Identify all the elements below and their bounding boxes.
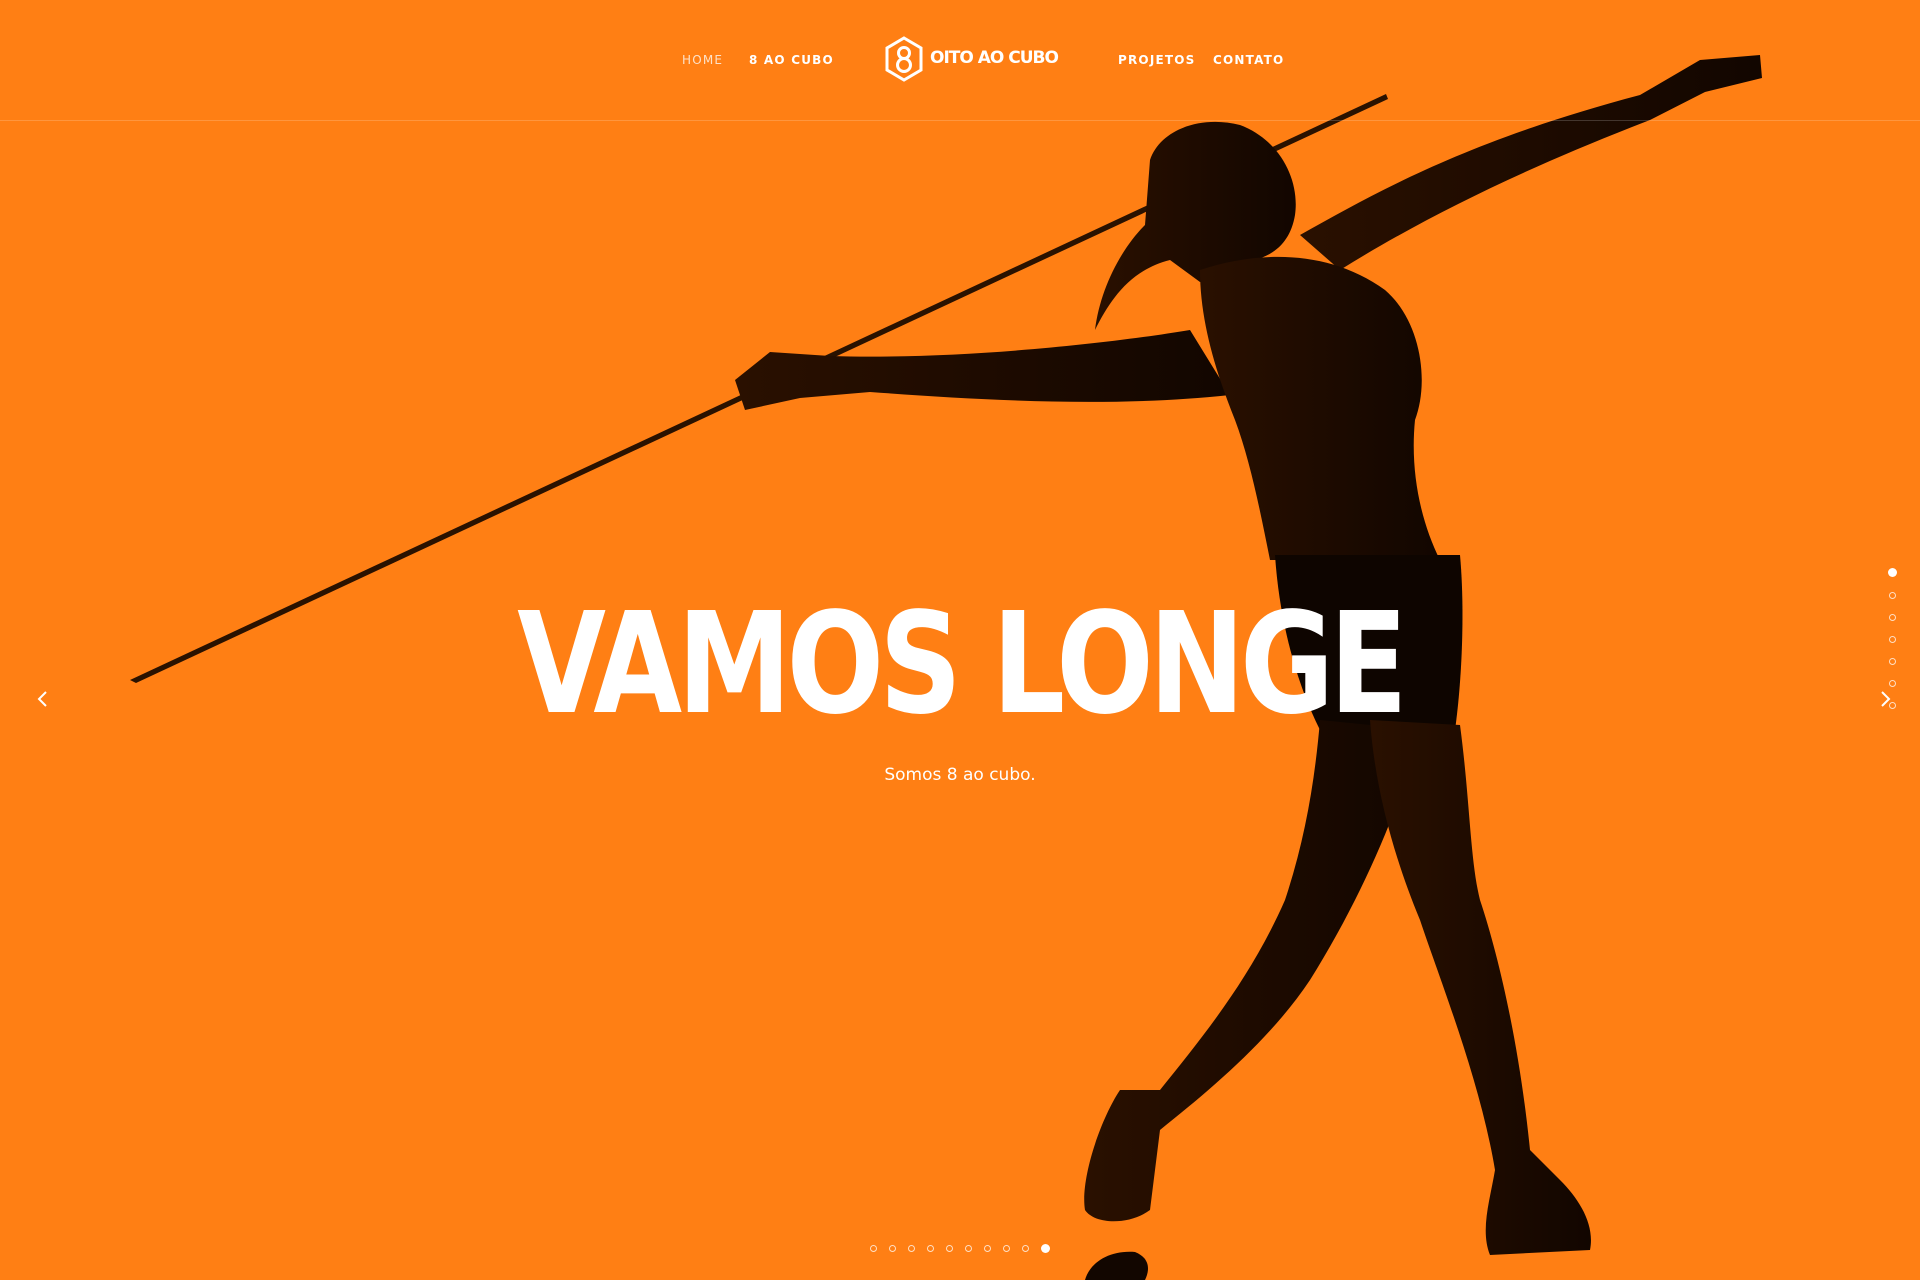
nav-8-ao-cubo[interactable]: 8 AO CUBO	[749, 53, 834, 67]
vertical-dot[interactable]	[1887, 568, 1897, 577]
horizontal-dot[interactable]	[984, 1245, 991, 1252]
vertical-dot[interactable]	[1888, 658, 1896, 665]
horizontal-dot[interactable]	[1022, 1245, 1029, 1252]
logo-text: OITO AO CUBO	[930, 48, 1059, 68]
horizontal-dot[interactable]	[927, 1245, 934, 1252]
horizontal-dot[interactable]	[1041, 1244, 1050, 1253]
hero-headline: VAMOS LONGE	[517, 583, 1408, 746]
bottom-shadow	[1085, 1251, 1148, 1280]
nav-projetos[interactable]: PROJETOS	[1118, 53, 1196, 67]
vertical-dot[interactable]	[1888, 680, 1896, 687]
hexagon-8-icon	[885, 36, 923, 82]
site-logo[interactable]: OITO AO CUBO	[884, 36, 1064, 82]
slider-prev-button[interactable]	[28, 684, 58, 714]
vertical-dot[interactable]	[1888, 592, 1896, 599]
nav-contato[interactable]: CONTATO	[1213, 53, 1284, 67]
horizontal-dot[interactable]	[870, 1245, 877, 1252]
horizontal-dot[interactable]	[908, 1245, 915, 1252]
nav-home[interactable]: HOME	[682, 53, 723, 67]
vertical-dot[interactable]	[1888, 702, 1896, 709]
horizontal-slide-pagination	[0, 1244, 1920, 1253]
horizontal-dot[interactable]	[965, 1245, 972, 1252]
top-navigation: HOME 8 AO CUBO OITO AO CUBO PROJETOS CON…	[0, 0, 1920, 121]
vertical-slide-pagination	[1885, 568, 1899, 724]
horizontal-dot[interactable]	[889, 1245, 896, 1252]
chevron-left-icon	[37, 691, 47, 707]
hero-subline: Somos 8 ao cubo.	[884, 765, 1036, 785]
vertical-dot[interactable]	[1888, 636, 1896, 643]
front-leg	[1370, 720, 1591, 1255]
back-leg	[1084, 720, 1420, 1222]
throwing-arm	[735, 330, 1230, 410]
horizontal-dot[interactable]	[946, 1245, 953, 1252]
torso	[1200, 256, 1440, 560]
vertical-dot[interactable]	[1888, 614, 1896, 621]
horizontal-dot[interactable]	[1003, 1245, 1010, 1252]
